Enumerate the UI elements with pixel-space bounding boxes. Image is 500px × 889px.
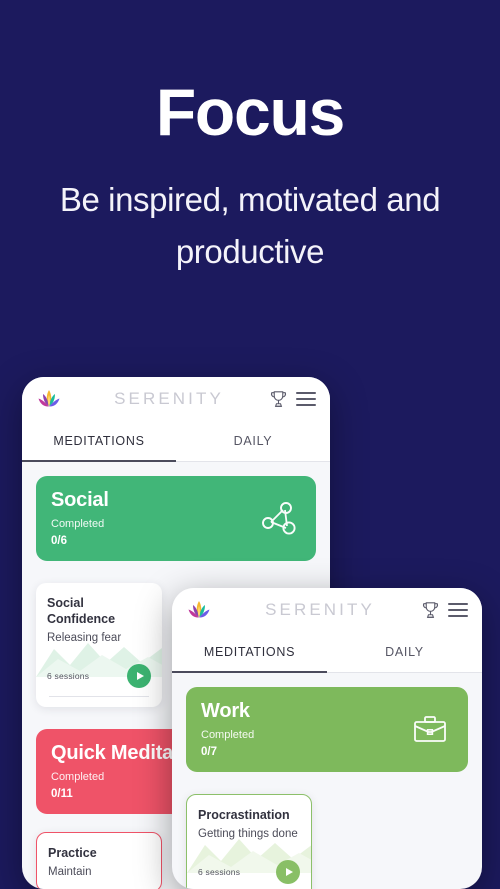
tab-daily[interactable]: DAILY (327, 645, 482, 659)
session-card-social-confidence[interactable]: Social Confidence Releasing fear 6 sessi… (36, 583, 162, 707)
app-bar: SERENITY (22, 377, 330, 421)
session-count: 6 sessions (47, 671, 90, 681)
lotus-icon (36, 388, 62, 410)
app-bar-actions (422, 601, 468, 620)
page-title: Focus (155, 75, 346, 149)
tab-meditations[interactable]: MEDITATIONS (172, 645, 327, 659)
session-title: Social Confidence (47, 596, 116, 626)
lotus-icon (186, 599, 212, 621)
session-title: Practice (48, 846, 97, 860)
trophy-icon[interactable] (422, 601, 439, 620)
category-status-label: Completed (201, 729, 255, 741)
session-title: Procrastination (198, 808, 290, 822)
category-card-text: Social Completed 0/6 (51, 488, 255, 549)
hero-section: Focus Be inspired, motivated and product… (0, 0, 500, 278)
category-card-social[interactable]: Social Completed 0/6 (36, 476, 316, 561)
app-bar-actions (270, 390, 316, 409)
app-bar: SERENITY (172, 588, 482, 632)
session-progress-line (49, 696, 149, 697)
category-title: Work (201, 700, 250, 722)
trophy-icon[interactable] (270, 390, 287, 409)
session-card-practice[interactable]: Practice Maintain (36, 832, 162, 889)
tab-bar: MEDITATIONS DAILY (22, 421, 330, 462)
share-network-icon (255, 499, 301, 539)
session-footer: 6 sessions (47, 664, 151, 696)
category-status-label: Completed (51, 518, 105, 530)
tab-bar: MEDITATIONS DAILY (172, 632, 482, 673)
hero-subtitle: Be inspired, motivated and productive (59, 181, 441, 270)
app-promo-screenshot: Focus Be inspired, motivated and product… (0, 0, 500, 889)
phone-mockup-two: SERENITY MEDITATIONS DAILY Work Complete… (172, 588, 482, 889)
session-count: 6 sessions (198, 867, 241, 877)
meditations-list-two: Work Completed 0/7 Procrastination Getti… (172, 673, 482, 889)
hamburger-menu-icon[interactable] (448, 603, 468, 617)
tab-active-indicator (172, 671, 327, 673)
session-subtitle: Maintain (48, 866, 92, 878)
category-card-text: Work Completed 0/7 (201, 699, 407, 760)
brand-wordmark: SERENITY (265, 600, 375, 619)
play-icon[interactable] (276, 860, 300, 884)
tab-daily[interactable]: DAILY (176, 434, 330, 448)
briefcase-icon (407, 710, 453, 750)
tab-active-indicator (22, 460, 176, 462)
tab-meditations[interactable]: MEDITATIONS (22, 434, 176, 448)
session-card-procrastination[interactable]: Procrastination Getting things done 6 se… (186, 794, 312, 889)
hamburger-menu-icon[interactable] (296, 392, 316, 406)
play-icon[interactable] (127, 664, 151, 688)
session-footer: 6 sessions (198, 860, 300, 889)
brand-wordmark: SERENITY (114, 389, 224, 408)
category-card-work[interactable]: Work Completed 0/7 (186, 687, 468, 772)
category-count: 0/6 (51, 535, 67, 547)
category-count: 0/7 (201, 746, 217, 758)
category-title: Social (51, 489, 109, 511)
